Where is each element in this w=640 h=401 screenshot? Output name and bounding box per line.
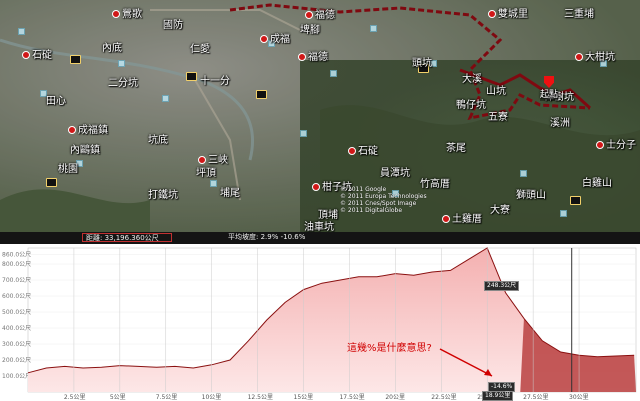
satellite-map[interactable]: 鶯歌 國防 福德 埤腳 雙城里 三重埔 成福 仁愛 內底 石碇 福德 頭坑 大柑… <box>0 0 640 232</box>
place-label[interactable]: 溪洲 <box>550 118 570 129</box>
place-label[interactable]: 三峽 <box>198 155 228 166</box>
y-tick-label: 400.0公尺 <box>2 325 31 332</box>
water-icon[interactable] <box>162 95 169 102</box>
place-label[interactable]: 仁愛 <box>190 44 210 55</box>
distance-readout: 距離: 33,196.360公尺 <box>82 233 172 242</box>
y-tick-label: 600.0公尺 <box>2 293 31 300</box>
camera-icon[interactable] <box>46 178 57 187</box>
y-tick-label: 860.0公尺 <box>2 251 31 258</box>
place-label[interactable]: 石碇 <box>348 146 378 157</box>
x-tick-label: 30公里 <box>569 394 589 401</box>
place-label[interactable]: 內鷗鎮 <box>70 145 100 156</box>
place-label[interactable]: 國防 <box>163 20 183 31</box>
place-label[interactable]: 福德 <box>298 52 328 63</box>
place-label[interactable]: 士分子 <box>596 140 636 151</box>
place-label[interactable]: 成福 <box>260 34 290 45</box>
place-label[interactable]: 頂埔 <box>318 210 338 221</box>
place-label[interactable]: 十一分 <box>200 76 230 87</box>
place-label[interactable]: 五寮 <box>488 112 508 123</box>
x-tick-label: 20公里 <box>385 394 405 401</box>
selected-elevation-label: 248.3公尺 <box>484 281 520 291</box>
place-label[interactable]: 埤腳 <box>300 25 320 36</box>
place-label[interactable]: 油車坑 <box>304 222 334 232</box>
annotation-text: 這幾%是什麼意思? <box>347 343 432 354</box>
camera-icon[interactable] <box>186 72 197 81</box>
start-marker-label: 起點 <box>540 90 559 101</box>
place-label[interactable]: 石碇 <box>22 50 52 61</box>
place-label[interactable]: 茶尾 <box>446 143 466 154</box>
water-icon[interactable] <box>118 60 125 67</box>
selected-distance-label: 18.9公里 <box>482 391 514 401</box>
x-tick-label: 22.5公里 <box>431 394 456 401</box>
place-label[interactable]: 二分坑 <box>108 78 138 89</box>
place-label[interactable]: 鶯歌 <box>112 9 142 20</box>
grade-readout: 平均坡度: 2.9% -10.6% <box>228 233 306 241</box>
place-label[interactable]: 鴨仔坑 <box>456 100 486 111</box>
place-label[interactable]: 大溪 <box>462 74 482 85</box>
x-tick-label: 5公里 <box>110 394 126 401</box>
y-tick-label: 300.0公尺 <box>2 341 31 348</box>
x-tick-label: 15公里 <box>294 394 314 401</box>
place-label[interactable]: 埔尾 <box>220 188 240 199</box>
place-label[interactable]: 雙城里 <box>488 9 528 20</box>
x-tick-label: 10公里 <box>202 394 222 401</box>
place-label[interactable]: 頭坑 <box>412 58 432 69</box>
place-label[interactable]: 土雞厝 <box>442 214 482 225</box>
x-tick-label: 12.5公里 <box>248 394 273 401</box>
x-tick-label: 27.5公里 <box>523 394 548 401</box>
y-tick-label: 800.0公尺 <box>2 261 31 268</box>
y-tick-label: 200.0公尺 <box>2 357 31 364</box>
water-icon[interactable] <box>18 28 25 35</box>
place-label[interactable]: 福德 <box>305 10 335 21</box>
water-icon[interactable] <box>520 170 527 177</box>
water-icon[interactable] <box>210 180 217 187</box>
camera-icon[interactable] <box>70 55 81 64</box>
place-label[interactable]: 三重埔 <box>564 9 594 20</box>
y-tick-label: 700.0公尺 <box>2 277 31 284</box>
water-icon[interactable] <box>300 130 307 137</box>
place-label[interactable]: 大柑坑 <box>575 52 615 63</box>
water-icon[interactable] <box>330 70 337 77</box>
x-tick-label: 17.5公里 <box>339 394 364 401</box>
y-tick-label: 500.0公尺 <box>2 309 31 316</box>
camera-icon[interactable] <box>256 90 267 99</box>
place-label[interactable]: 內底 <box>102 43 122 54</box>
place-label[interactable]: 員潭坑 <box>380 168 410 179</box>
place-label[interactable]: 坑底 <box>148 135 168 146</box>
elevation-profile-chart[interactable]: 860.0公尺 800.0公尺 700.0公尺 600.0公尺 500.0公尺 400.0… <box>0 244 640 401</box>
place-label[interactable]: 山坑 <box>486 86 506 97</box>
place-label[interactable]: 桃園 <box>58 164 78 175</box>
water-icon[interactable] <box>560 210 567 217</box>
place-label[interactable]: 田心 <box>46 96 66 107</box>
place-label[interactable]: 大寮 <box>490 205 510 216</box>
place-label[interactable]: 獅頭山 <box>516 190 546 201</box>
camera-icon[interactable] <box>570 196 581 205</box>
elevation-stats-bar: 距離: 33,196.360公尺 平均坡度: 2.9% -10.6% <box>0 232 640 244</box>
x-tick-label: 7.5公里 <box>156 394 178 401</box>
place-label[interactable]: 打鐵坑 <box>148 190 178 201</box>
y-tick-label: 100.0公尺 <box>2 373 31 380</box>
elevation-chart-svg[interactable]: 860.0公尺 800.0公尺 700.0公尺 600.0公尺 500.0公尺 400.0… <box>0 244 640 401</box>
place-label[interactable]: 白雞山 <box>582 178 612 189</box>
map-copyright: © 2011 Google © 2011 Europa Technologies… <box>340 186 427 214</box>
place-label[interactable]: 成福鎮 <box>68 125 108 136</box>
x-tick-label: 2.5公里 <box>64 394 86 401</box>
water-icon[interactable] <box>370 25 377 32</box>
place-label[interactable]: 坪頂 <box>196 168 216 179</box>
